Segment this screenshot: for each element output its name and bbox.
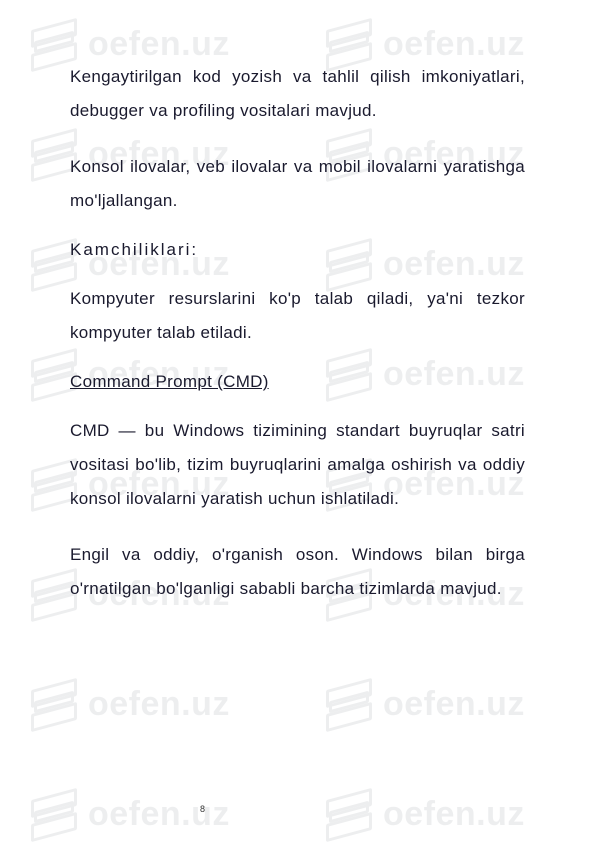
watermark-stamp: oefen.uz	[30, 790, 230, 838]
paragraph: Engil va oddiy, o'rganish oson. Windows …	[70, 538, 525, 606]
layers-icon	[30, 790, 78, 838]
subsection-heading: Command Prompt (CMD)	[70, 372, 525, 392]
watermark-text: oefen.uz	[383, 795, 525, 834]
paragraph: CMD — bu Windows tizimining standart buy…	[70, 414, 525, 516]
paragraph: Kengaytirilgan kod yozish va tahlil qili…	[70, 60, 525, 128]
page-number: 8	[200, 804, 205, 814]
section-heading: Kamchiliklari:	[70, 240, 525, 260]
watermark-stamp: oefen.uz	[30, 680, 230, 728]
layers-icon	[30, 680, 78, 728]
watermark-text: oefen.uz	[88, 685, 230, 724]
document-content: Kengaytirilgan kod yozish va tahlil qili…	[0, 0, 595, 668]
watermark-stamp: oefen.uz	[325, 680, 525, 728]
layers-icon	[325, 790, 373, 838]
watermark-stamp: oefen.uz	[325, 790, 525, 838]
paragraph: Kompyuter resurslarini ko'p talab qiladi…	[70, 282, 525, 350]
paragraph: Konsol ilovalar, veb ilovalar va mobil i…	[70, 150, 525, 218]
layers-icon	[325, 680, 373, 728]
watermark-text: oefen.uz	[383, 685, 525, 724]
watermark-text: oefen.uz	[88, 795, 230, 834]
